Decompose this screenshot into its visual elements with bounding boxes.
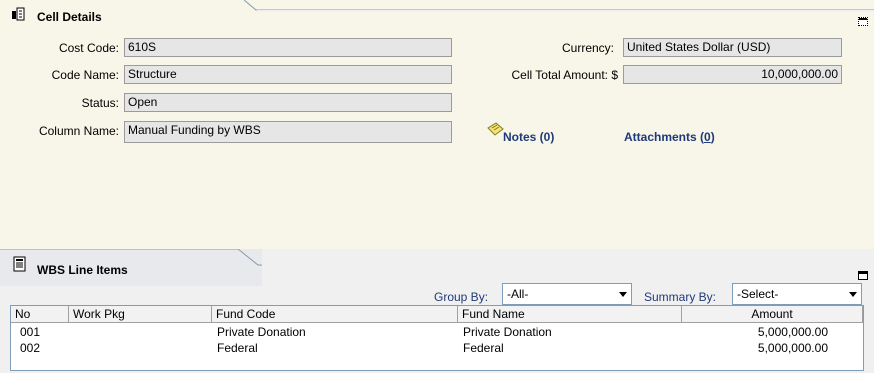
cell-fund-name: Private Donation bbox=[463, 325, 552, 339]
attachments-label: Attachments ( bbox=[624, 130, 705, 144]
cell-no: 002 bbox=[20, 341, 41, 355]
currency-field: United States Dollar (USD) bbox=[623, 38, 842, 57]
table-header: No Work Pkg Fund Code Fund Name Amount bbox=[11, 306, 863, 323]
cell-total-label: Cell Total Amount: $ bbox=[511, 68, 618, 82]
wbs-line-items-title: WBS Line Items bbox=[37, 263, 128, 277]
summary-by-label: Summary By: bbox=[644, 290, 717, 304]
wbs-line-items-table: No Work Pkg Fund Code Fund Name Amount 0… bbox=[10, 305, 864, 371]
column-name-label: Column Name: bbox=[38, 124, 119, 138]
group-by-select[interactable]: -All- bbox=[502, 283, 632, 305]
cell-details-panel: Cell Details Cost Code: 610S Code Name: … bbox=[0, 0, 874, 249]
cell-amount: 5,000,000.00 bbox=[757, 341, 828, 355]
cost-code-field: 610S bbox=[124, 38, 452, 57]
cell-details-title: Cell Details bbox=[37, 10, 102, 24]
attachments-close-paren: ) bbox=[710, 130, 715, 144]
column-header-amount[interactable]: Amount bbox=[682, 306, 863, 322]
maximize-details-icon[interactable] bbox=[858, 17, 868, 26]
column-name-field: Manual Funding by WBS bbox=[124, 121, 452, 143]
attachments-link[interactable]: Attachments (0) bbox=[624, 130, 715, 144]
chevron-down-icon bbox=[849, 292, 857, 297]
group-by-label: Group By: bbox=[434, 290, 489, 304]
column-header-work-pkg[interactable]: Work Pkg bbox=[69, 306, 212, 322]
attachments-count: 0 bbox=[704, 130, 711, 144]
cell-no: 001 bbox=[20, 325, 41, 339]
cell-total-field: 10,000,000.00 bbox=[623, 65, 842, 84]
summary-by-select[interactable]: -Select- bbox=[732, 283, 862, 305]
group-by-value: -All- bbox=[507, 287, 529, 301]
cell-details-icon bbox=[10, 6, 26, 22]
code-name-field: Structure bbox=[124, 65, 452, 84]
table-row[interactable]: 001 Private Donation Private Donation 5,… bbox=[11, 324, 863, 340]
maximize-wbs-icon[interactable] bbox=[858, 271, 868, 280]
cell-fund-code: Private Donation bbox=[217, 325, 306, 339]
cell-fund-code: Federal bbox=[217, 341, 258, 355]
cell-amount: 5,000,000.00 bbox=[757, 325, 828, 339]
column-header-no[interactable]: No bbox=[11, 306, 69, 322]
chevron-down-icon bbox=[619, 292, 627, 297]
cell-fund-name: Federal bbox=[463, 341, 504, 355]
panel-tab-edge bbox=[244, 0, 874, 12]
code-name-label: Code Name: bbox=[51, 68, 119, 82]
column-header-fund-code[interactable]: Fund Code bbox=[212, 306, 458, 322]
wbs-list-icon bbox=[12, 256, 28, 272]
column-header-fund-name[interactable]: Fund Name bbox=[458, 306, 682, 322]
cost-code-label: Cost Code: bbox=[58, 41, 119, 55]
currency-label: Currency: bbox=[561, 41, 614, 55]
table-row[interactable]: 002 Federal Federal 5,000,000.00 bbox=[11, 340, 863, 356]
summary-by-value: -Select- bbox=[737, 287, 779, 301]
status-field: Open bbox=[124, 93, 452, 112]
notes-icon[interactable] bbox=[486, 122, 504, 136]
notes-link[interactable]: Notes (0) bbox=[503, 130, 554, 144]
status-label: Status: bbox=[81, 96, 119, 110]
